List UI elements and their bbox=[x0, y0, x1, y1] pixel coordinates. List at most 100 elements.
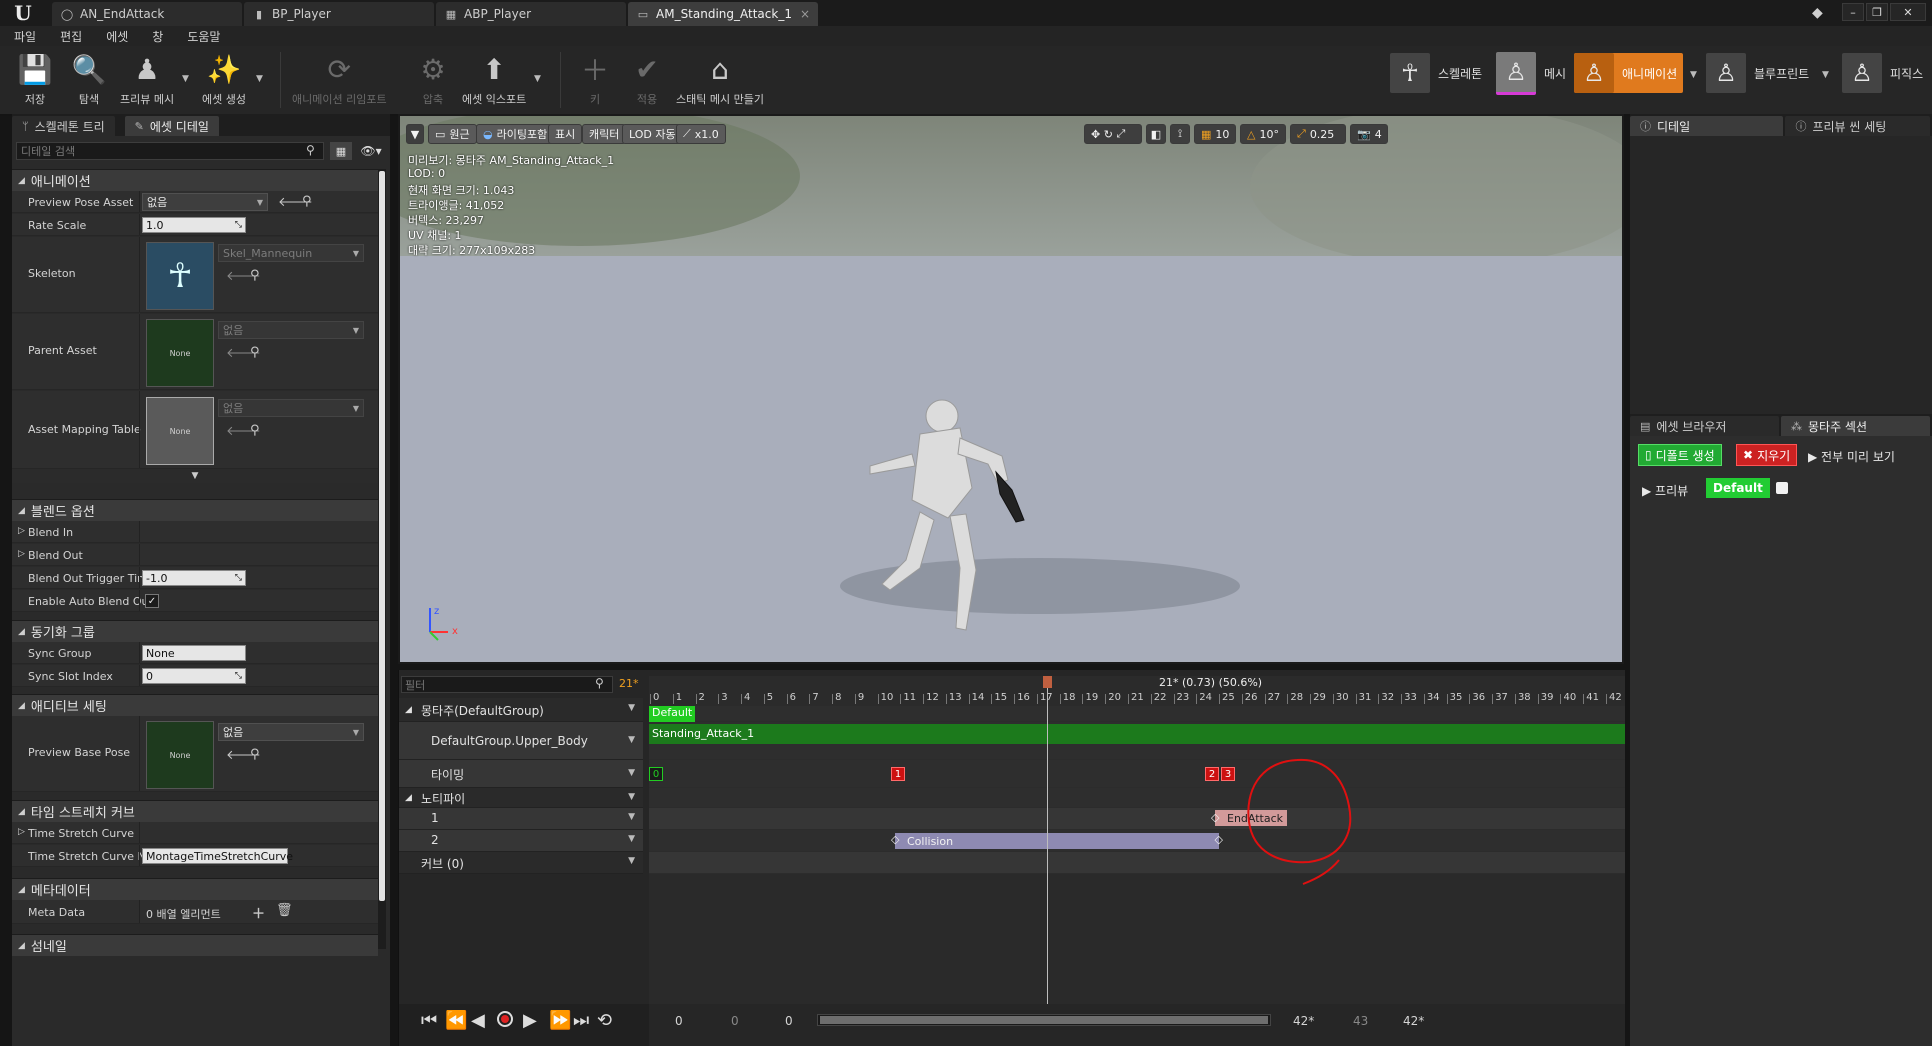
rotate-icon[interactable]: ↻ bbox=[1104, 128, 1113, 141]
close-window-button[interactable]: ✕ bbox=[1890, 3, 1926, 21]
prop-blend-out[interactable]: ▷ Blend Out bbox=[12, 544, 378, 566]
close-tab-icon[interactable]: × bbox=[800, 7, 810, 21]
timeline-filter-input[interactable]: 필터 bbox=[401, 676, 613, 693]
details-scrollbar[interactable] bbox=[378, 169, 386, 949]
doc-tab-bp-player[interactable]: ▮ BP_Player bbox=[244, 2, 434, 26]
chevron-down-icon[interactable]: ▼ bbox=[628, 768, 635, 778]
playback-end-input[interactable]: 42* bbox=[1403, 1014, 1424, 1028]
track-curves[interactable]: 커브 (0) ▼ bbox=[399, 852, 643, 874]
view-options-icon[interactable]: ▦ bbox=[330, 142, 352, 160]
browse-search-icon[interactable]: ⚲ bbox=[250, 423, 260, 438]
doc-tab-abp-player[interactable]: ▦ ABP_Player bbox=[436, 2, 626, 26]
tab-skeleton-tree[interactable]: ᛘ 스켈레톤 트리 bbox=[12, 116, 115, 136]
view-start-input[interactable]: 0 bbox=[675, 1014, 683, 1028]
maximize-button[interactable]: ❐ bbox=[1866, 3, 1888, 21]
track-notify-1[interactable]: 1 ▼ bbox=[399, 808, 643, 830]
time-ruler[interactable]: 0123456789101112131415161718192021222324… bbox=[649, 676, 1625, 707]
apply-button[interactable]: ✔ 적용 bbox=[628, 50, 666, 110]
chevron-down-icon[interactable]: ▼ bbox=[256, 74, 263, 84]
mode-physics-button[interactable]: ♙ 피직스 bbox=[1842, 53, 1923, 93]
view-end-input[interactable]: 42* bbox=[1293, 1014, 1314, 1028]
asset-mapping-thumbnail[interactable]: None bbox=[146, 397, 214, 465]
perspective-button[interactable]: ▭ 원근 bbox=[428, 124, 477, 144]
chevron-down-icon[interactable]: ▼ bbox=[628, 735, 635, 745]
lod-button[interactable]: LOD 자동 bbox=[622, 124, 683, 144]
transform-mode-buttons[interactable]: ✥ ↻ ⤢ bbox=[1084, 124, 1142, 144]
create-asset-button[interactable]: ✨ 에셋 생성 bbox=[202, 50, 246, 110]
timing-marker[interactable]: 1 bbox=[891, 767, 905, 781]
key-button[interactable]: ＋ 키 bbox=[576, 50, 614, 110]
timing-marker[interactable]: 0 bbox=[649, 767, 663, 781]
source-control-icon[interactable]: ◆ bbox=[1812, 5, 1823, 21]
range-scrollbar-thumb[interactable] bbox=[820, 1016, 1268, 1024]
chevron-down-icon[interactable]: ▼ bbox=[628, 812, 635, 822]
blend-out-trigger-input[interactable]: -1.0 ⤡ bbox=[142, 570, 246, 586]
compress-button[interactable]: ⚙ 압축 bbox=[414, 50, 452, 110]
playback-start-input[interactable]: 0 bbox=[785, 1014, 793, 1028]
clear-button[interactable]: ✖ 지우기 bbox=[1736, 444, 1798, 466]
browse-button[interactable]: 🔍 탐색 bbox=[70, 50, 108, 110]
category-time-stretch-curve[interactable]: ◢ 타임 스트레치 커브 bbox=[12, 800, 378, 822]
world-local-toggle[interactable]: ◧ bbox=[1146, 124, 1166, 144]
show-button[interactable]: 표시 bbox=[548, 124, 583, 144]
export-asset-button[interactable]: ⬆ 에셋 익스포트 bbox=[462, 50, 526, 110]
doc-tab-am-standing-attack[interactable]: ▭ AM_Standing_Attack_1 × bbox=[628, 2, 818, 26]
track-slot[interactable]: DefaultGroup.Upper_Body ▼ bbox=[399, 722, 643, 760]
category-thumbnail[interactable]: ◢ 섬네일 bbox=[12, 934, 378, 956]
preview-pose-combo[interactable]: 없음 ▼ bbox=[142, 193, 268, 211]
track-montage[interactable]: ◢ 몽타주(DefaultGroup) ▼ bbox=[399, 698, 643, 722]
timing-marker[interactable]: 2 bbox=[1205, 767, 1219, 781]
make-static-mesh-button[interactable]: ⌂ 스태틱 메시 만들기 bbox=[676, 50, 764, 110]
preview-section-button[interactable]: ▶ 프리뷰 bbox=[1642, 482, 1688, 499]
details-search-input[interactable]: 디테일 검색 bbox=[16, 142, 324, 160]
track-timing[interactable]: 타이밍 ▼ bbox=[399, 760, 643, 788]
skeleton-combo[interactable]: Skel_Mannequin ▼ bbox=[218, 244, 364, 262]
sync-slot-input[interactable]: 0 ⤡ bbox=[142, 668, 246, 684]
chevron-down-icon[interactable]: ▼ bbox=[1822, 70, 1829, 80]
rate-scale-input[interactable]: 1.0 ⤡ bbox=[142, 217, 246, 233]
step-forward-icon[interactable]: ⏩ bbox=[549, 1010, 571, 1031]
character-button[interactable]: 캐릭터 bbox=[582, 124, 627, 144]
section-default-chip[interactable]: Default bbox=[1706, 478, 1770, 498]
add-element-icon[interactable]: ＋ bbox=[252, 903, 265, 922]
camera-speed-button[interactable]: 📷 4 bbox=[1350, 124, 1388, 144]
chevron-down-icon[interactable]: ▼ bbox=[628, 856, 635, 866]
notify-state-collision[interactable]: ◇ Collision ◇ bbox=[891, 833, 1223, 849]
prop-blend-in[interactable]: ▷ Blend In bbox=[12, 521, 378, 543]
surface-snap-button[interactable]: ⟟ bbox=[1170, 124, 1190, 144]
skeleton-thumbnail[interactable]: ☥ bbox=[146, 242, 214, 310]
scale-snap-button[interactable]: ⤢ 0.25 bbox=[1290, 124, 1346, 144]
preview-base-pose-combo[interactable]: 없음 ▼ bbox=[218, 723, 364, 741]
browse-search-icon[interactable]: ⚲ bbox=[302, 194, 312, 209]
auto-blend-out-checkbox[interactable]: ✓ bbox=[145, 594, 159, 608]
chevron-down-icon[interactable]: ▼ bbox=[628, 834, 635, 844]
viewport-options-button[interactable]: ▼ bbox=[406, 124, 424, 144]
anim-segment[interactable]: Standing_Attack_1 bbox=[649, 724, 1625, 744]
eye-icon[interactable]: 👁▾ bbox=[356, 142, 386, 160]
advanced-expand-icon[interactable]: ▼ bbox=[12, 469, 378, 483]
record-button[interactable] bbox=[497, 1011, 513, 1027]
tab-details[interactable]: ⓘ 디테일 bbox=[1630, 116, 1784, 136]
play-icon[interactable]: ▶ bbox=[523, 1010, 537, 1031]
track-notify-2[interactable]: 2 ▼ bbox=[399, 830, 643, 852]
menu-window[interactable]: 창 bbox=[152, 28, 163, 45]
category-animation[interactable]: ◢ 애니메이션 bbox=[12, 169, 378, 191]
tab-asset-browser[interactable]: ▤ 에셋 브라우저 bbox=[1630, 416, 1779, 436]
tab-asset-details[interactable]: ✎ 에셋 디테일 bbox=[124, 116, 219, 136]
timing-marker[interactable]: 3 bbox=[1221, 767, 1235, 781]
skip-to-start-icon[interactable]: ⏮ bbox=[421, 1010, 437, 1031]
unreal-logo-icon[interactable]: U bbox=[6, 1, 40, 25]
scale-icon[interactable]: ⤢ bbox=[1116, 127, 1125, 141]
lit-button[interactable]: ◒ 라이팅포함 bbox=[476, 124, 555, 144]
prop-time-stretch-curve[interactable]: ▷ Time Stretch Curve bbox=[12, 822, 378, 844]
section-default-marker[interactable]: Default bbox=[649, 706, 695, 722]
menu-help[interactable]: 도움말 bbox=[187, 28, 220, 45]
chevron-down-icon[interactable]: ▼ bbox=[628, 703, 635, 713]
scrollbar-thumb[interactable] bbox=[379, 171, 385, 901]
parent-asset-combo[interactable]: 없음 ▼ bbox=[218, 321, 364, 339]
translate-icon[interactable]: ✥ bbox=[1091, 128, 1100, 141]
skip-to-end-icon[interactable]: ⏭ bbox=[573, 1010, 589, 1031]
save-button[interactable]: 💾 저장 bbox=[16, 50, 54, 110]
mode-skeleton-button[interactable]: ☥ 스켈레톤 bbox=[1390, 53, 1482, 93]
total-frames-input[interactable]: 43 bbox=[1353, 1014, 1368, 1028]
